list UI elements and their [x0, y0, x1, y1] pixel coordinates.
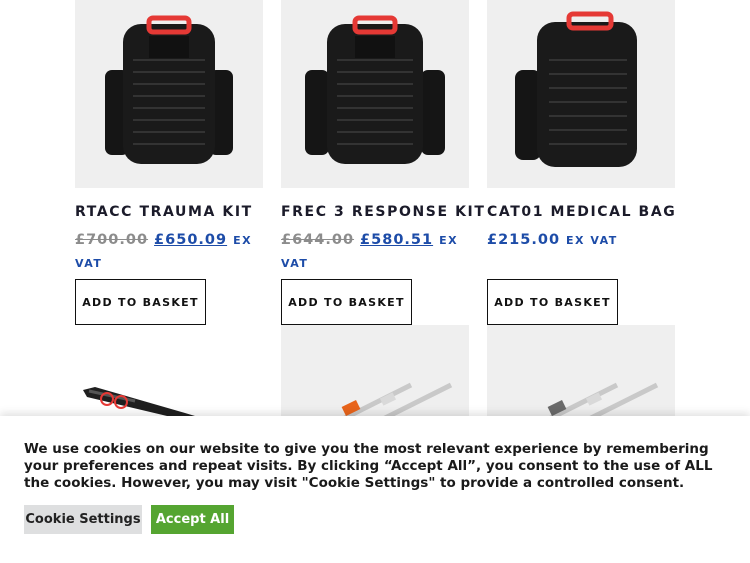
product-price: £700.00 £650.09 EX VAT: [75, 229, 275, 275]
product-image-backpack[interactable]: [75, 0, 263, 188]
old-price: £644.00: [281, 232, 355, 248]
cookie-consent-banner: We use cookies on our website to give yo…: [0, 416, 750, 563]
product-name[interactable]: CAT01 MEDICAL BAG: [487, 204, 676, 220]
product-image-cannula[interactable]: [281, 325, 469, 425]
product-card-cat01: CAT01 MEDICAL BAG £215.00 EX VAT ADD TO B…: [487, 0, 675, 325]
product-image-backpack[interactable]: [281, 0, 469, 188]
product-card-frec3: FREC 3 RESPONSE KIT £644.00 £580.51 EX VAT…: [281, 0, 484, 325]
sale-price: £650.09: [154, 232, 228, 248]
add-to-basket-button[interactable]: ADD TO BASKET: [487, 279, 618, 325]
accept-all-button[interactable]: Accept All: [151, 505, 234, 534]
old-price: £700.00: [75, 232, 149, 248]
product-image-splint[interactable]: [75, 325, 263, 425]
product-name[interactable]: RTACC TRAUMA KIT: [75, 204, 253, 220]
product-price: £644.00 £580.51 EX VAT: [281, 229, 481, 275]
product-card-rtacc: RTACC TRAUMA KIT £700.00 £650.09 EX VAT AD…: [75, 0, 263, 325]
cookie-consent-text: We use cookies on our website to give yo…: [24, 441, 713, 491]
product-image-backpack[interactable]: [487, 0, 675, 188]
cookie-settings-button[interactable]: Cookie Settings: [24, 505, 142, 534]
price: £215.00: [487, 232, 561, 248]
add-to-basket-button[interactable]: ADD TO BASKET: [281, 279, 412, 325]
sale-price: £580.51: [360, 232, 434, 248]
product-image-cannula[interactable]: [487, 325, 675, 425]
add-to-basket-button[interactable]: ADD TO BASKET: [75, 279, 206, 325]
product-name[interactable]: FREC 3 RESPONSE KIT: [281, 204, 486, 220]
ex-vat-label: EX VAT: [566, 234, 618, 247]
product-price: £215.00 EX VAT: [487, 229, 687, 252]
